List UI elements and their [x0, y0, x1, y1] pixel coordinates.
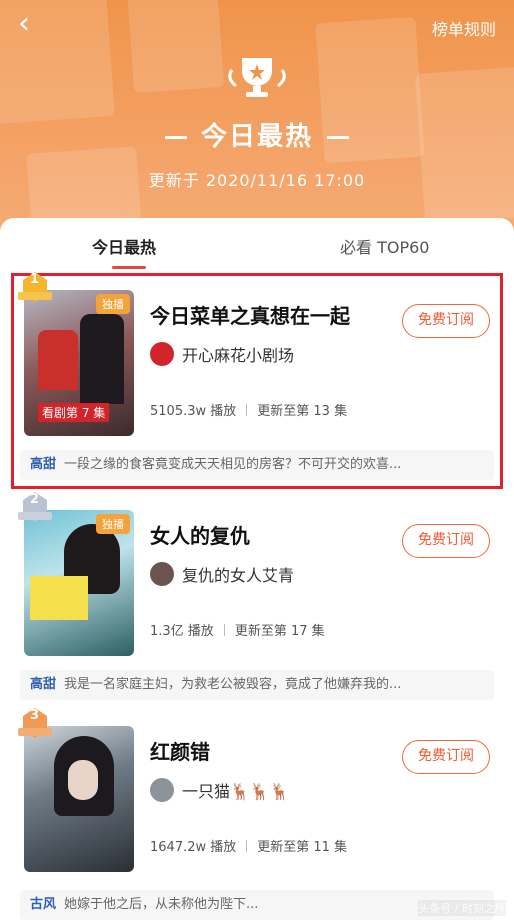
poster-image[interactable]: 独播: [24, 510, 134, 656]
stats-row: 1647.2w 播放 更新至第 11 集: [150, 836, 347, 855]
list-item[interactable]: 独播 2 女人的复仇 复仇的女人艾青 1.3亿 播放 更新至第 17 集 免费订…: [14, 492, 500, 706]
author-name: 一只猫🦌🦌🦌: [182, 782, 290, 801]
author-name: 复仇的女人艾青: [182, 566, 295, 585]
author-row[interactable]: 复仇的女人艾青: [150, 562, 294, 586]
subscribe-button[interactable]: 免费订阅: [402, 304, 490, 338]
tab-indicator: [112, 266, 146, 269]
update-status: 更新至第 11 集: [257, 840, 348, 855]
subscribe-button[interactable]: 免费订阅: [402, 740, 490, 774]
stats-divider: [246, 839, 248, 852]
update-time: 更新于 2020/11/16 17:00: [148, 171, 366, 190]
rank-number: 1: [30, 272, 40, 287]
author-row[interactable]: 一只猫🦌🦌🦌: [150, 778, 290, 802]
list-item[interactable]: 3 红颜错 一只猫🦌🦌🦌 1647.2w 播放 更新至第 11 集 免费订阅 古…: [14, 708, 500, 922]
play-count: 1.3亿 播放: [150, 624, 214, 639]
stats-divider: [246, 403, 248, 416]
tab-top60[interactable]: 必看 TOP60: [340, 234, 429, 258]
rank-number: 2: [30, 492, 40, 507]
description-text: 我是一名家庭主妇，为救老公被毁容，竟成了他嫌弃我的...: [64, 677, 402, 692]
poster-figure: [80, 314, 124, 404]
poster-text-block: [30, 576, 88, 620]
update-status: 更新至第 17 集: [234, 624, 325, 639]
genre-tag: 高甜: [30, 677, 57, 692]
header-banner: ‹ 榜单规则 今日最热 更新于 2020/11/16 17:00: [0, 0, 514, 250]
exclusive-badge: 独播: [96, 514, 130, 534]
poster-image[interactable]: [24, 726, 134, 872]
play-count: 5105.3w 播放: [150, 404, 237, 419]
drama-title[interactable]: 红颜错: [150, 736, 210, 765]
rules-link[interactable]: 榜单规则: [432, 16, 496, 40]
poster-image[interactable]: 独播 看剧第 7 集: [24, 290, 134, 436]
subscribe-button[interactable]: 免费订阅: [402, 524, 490, 558]
avatar: [150, 562, 174, 586]
page-title-text: 今日最热: [200, 122, 313, 152]
stats-divider: [223, 623, 225, 636]
page-title: 今日最热: [0, 116, 514, 153]
list-item[interactable]: 独播 看剧第 7 集 1 今日菜单之真想在一起 开心麻花小剧场 5105.3w …: [11, 272, 503, 489]
rank-number: 3: [30, 708, 40, 723]
genre-tag: 古风: [30, 897, 57, 912]
exclusive-badge: 独播: [96, 294, 130, 314]
banner-decoration: [125, 0, 225, 93]
author-row[interactable]: 开心麻花小剧场: [150, 342, 294, 366]
author-name: 开心麻花小剧场: [182, 346, 295, 365]
poster-face: [68, 760, 98, 800]
watermark: 头条号 / 时刻之所: [418, 900, 506, 916]
poster-caption: 看剧第 7 集: [38, 403, 110, 422]
update-status: 更新至第 13 集: [257, 404, 348, 419]
title-dash: [327, 136, 349, 139]
description-bar[interactable]: 高甜 我是一名家庭主妇，为救老公被毁容，竟成了他嫌弃我的...: [20, 670, 494, 700]
description-bar[interactable]: 高甜 一段之缘的食客竟变成天天相见的房客？不可开交的欢喜...: [20, 450, 494, 480]
avatar: [150, 778, 174, 802]
back-icon[interactable]: ‹: [18, 9, 48, 40]
description-text: 她嫁于他之后，从未称他为陛下...: [64, 897, 259, 912]
poster-figure: [38, 330, 78, 390]
title-dash: [164, 136, 187, 139]
trophy-icon: [228, 58, 286, 97]
stats-row: 5105.3w 播放 更新至第 13 集: [150, 400, 347, 419]
drama-title[interactable]: 女人的复仇: [150, 520, 250, 549]
drama-title[interactable]: 今日菜单之真想在一起: [150, 300, 350, 329]
tab-today-hot[interactable]: 今日最热: [92, 234, 156, 258]
avatar: [150, 342, 174, 366]
genre-tag: 高甜: [30, 457, 57, 472]
stats-row: 1.3亿 播放 更新至第 17 集: [150, 620, 325, 639]
play-count: 1647.2w 播放: [150, 840, 237, 855]
description-text: 一段之缘的食客竟变成天天相见的房客？不可开交的欢喜...: [64, 457, 402, 472]
